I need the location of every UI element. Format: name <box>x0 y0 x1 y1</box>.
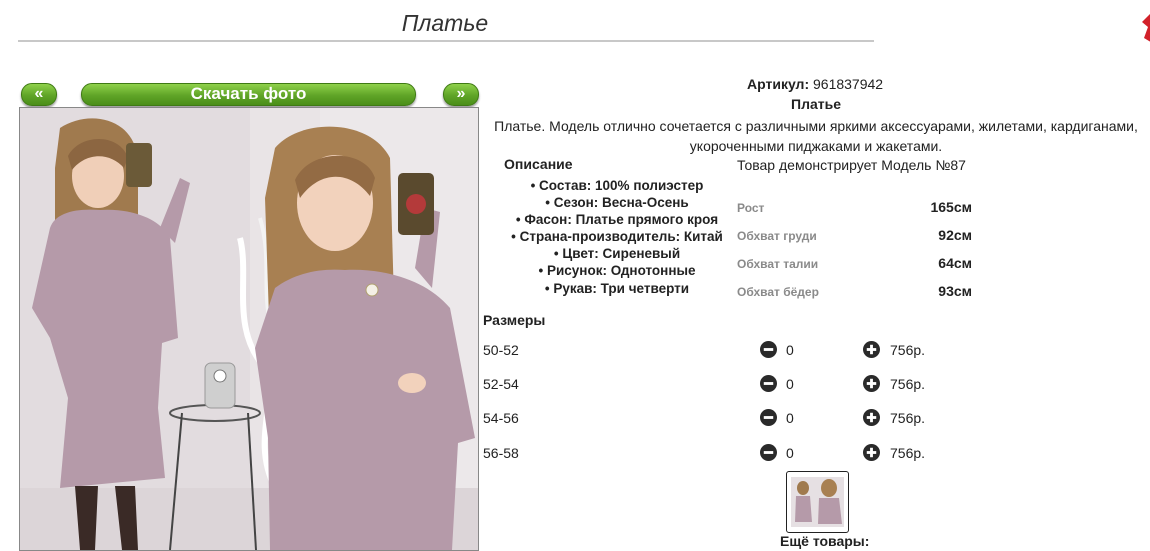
size-row: 50-52 0 756р. <box>483 338 953 362</box>
measurement-label: Обхват груди <box>737 229 817 243</box>
plus-icon[interactable] <box>863 375 880 392</box>
measurement-value: 64см <box>938 255 972 271</box>
download-photo-button[interactable]: Скачать фото <box>81 83 416 106</box>
red-logo-fragment <box>1142 14 1150 42</box>
measurement-value: 92см <box>938 227 972 243</box>
minus-icon[interactable] <box>760 375 777 392</box>
page-title: Платье <box>401 10 489 36</box>
spec-item: Фасон: Платье прямого кроя <box>492 211 742 228</box>
measurement-label: Обхват талии <box>737 257 819 271</box>
sku-label: Артикул: <box>747 76 810 92</box>
specs-heading: Описание <box>504 156 573 172</box>
prev-photo-button[interactable]: « <box>21 83 57 106</box>
sku-value: 961837942 <box>813 76 884 92</box>
measurement-chest: Обхват груди 92см <box>737 227 972 247</box>
quantity-value: 0 <box>786 342 794 358</box>
quantity-value: 0 <box>786 376 794 392</box>
plus-icon[interactable] <box>863 409 880 426</box>
photo-thumbnail[interactable] <box>786 471 849 533</box>
size-row: 56-58 0 756р. <box>483 441 953 465</box>
minus-icon[interactable] <box>760 409 777 426</box>
model-caption: Товар демонстрирует Модель №87 <box>737 157 966 173</box>
specs-list: Состав: 100% полиэстер Сезон: Весна-Осен… <box>492 177 742 297</box>
next-photo-button[interactable]: » <box>443 83 479 106</box>
measurement-height: Рост 165см <box>737 199 972 219</box>
spec-item: Рисунок: Однотонные <box>492 262 742 279</box>
price-value: 756р. <box>890 342 926 358</box>
sku-line: Артикул: 961837942 <box>747 76 883 92</box>
size-row: 54-56 0 756р. <box>483 406 953 430</box>
product-name: Платье <box>791 96 841 112</box>
price-value: 756р. <box>890 410 926 426</box>
quantity-value: 0 <box>786 410 794 426</box>
spec-item: Состав: 100% полиэстер <box>492 177 742 194</box>
size-label: 52-54 <box>483 376 519 392</box>
product-photo <box>19 107 479 551</box>
product-description: Платье. Модель отлично сочетается с разл… <box>494 118 1138 154</box>
sizes-heading: Размеры <box>483 312 546 328</box>
product-photo-illustration <box>20 108 478 550</box>
quantity-value: 0 <box>786 445 794 461</box>
minus-icon[interactable] <box>760 341 777 358</box>
spec-item: Сезон: Весна-Осень <box>492 194 742 211</box>
measurement-label: Обхват бёдер <box>737 285 819 299</box>
measurement-hips: Обхват бёдер 93см <box>737 283 972 303</box>
size-label: 54-56 <box>483 410 519 426</box>
title-divider <box>18 40 874 42</box>
price-value: 756р. <box>890 445 926 461</box>
plus-icon[interactable] <box>863 341 880 358</box>
spec-item: Страна-производитель: Китай <box>492 228 742 245</box>
measurement-label: Рост <box>737 201 765 215</box>
plus-icon[interactable] <box>863 444 880 461</box>
measurement-waist: Обхват талии 64см <box>737 255 972 275</box>
measurement-value: 93см <box>938 283 972 299</box>
more-products-heading: Ещё товары: <box>780 533 870 549</box>
size-row: 52-54 0 756р. <box>483 372 953 396</box>
spec-item: Рукав: Три четверти <box>492 280 742 297</box>
thumbnail-illustration <box>791 477 844 527</box>
price-value: 756р. <box>890 376 926 392</box>
measurement-value: 165см <box>930 199 972 215</box>
spec-item: Цвет: Сиреневый <box>492 245 742 262</box>
size-label: 56-58 <box>483 445 519 461</box>
minus-icon[interactable] <box>760 444 777 461</box>
size-label: 50-52 <box>483 342 519 358</box>
